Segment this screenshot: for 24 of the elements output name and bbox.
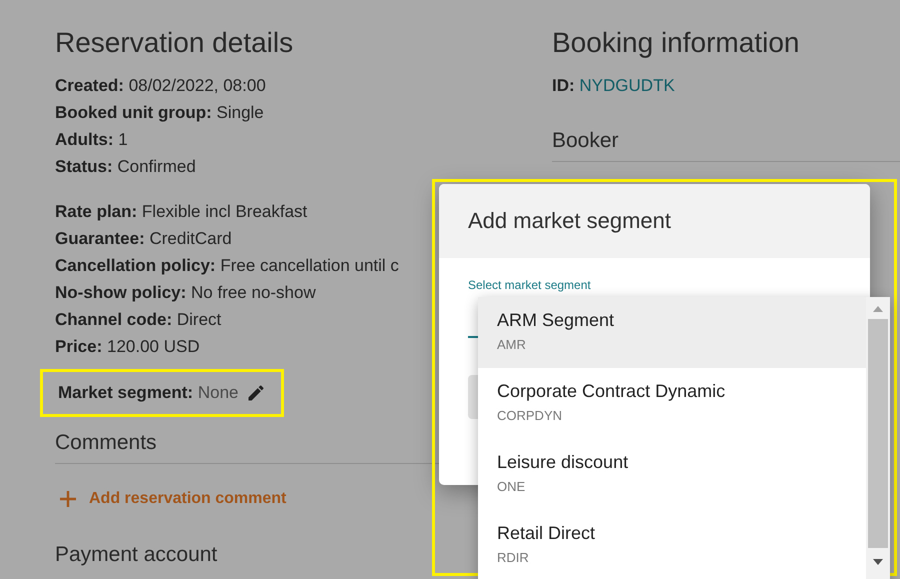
detail-line: Booked unit group: Single	[55, 102, 264, 124]
dialog-title: Add market segment	[439, 184, 870, 258]
scrollbar[interactable]	[866, 297, 890, 579]
section-title: Payment account	[55, 542, 218, 568]
section-title: Booking information	[552, 26, 800, 60]
scroll-down-icon[interactable]	[872, 558, 884, 566]
detail-line: Channel code: Direct	[55, 309, 222, 331]
detail-line: ID: NYDGUDTK	[552, 75, 675, 97]
plus-icon	[59, 490, 77, 508]
edit-button[interactable]	[246, 383, 266, 403]
detail-line: No-show policy: No free no-show	[55, 282, 316, 304]
detail-line: Status: Confirmed	[55, 156, 196, 178]
field-label: Select market segment	[468, 278, 591, 292]
section-title: Reservation details	[55, 26, 294, 60]
detail-line: Market segment: None	[58, 382, 238, 404]
menu-option[interactable]: ARM Segment AMR	[478, 297, 866, 368]
pencil-icon	[246, 383, 266, 403]
detail-line: Guarantee: CreditCard	[55, 228, 232, 250]
detail-line: Rate plan: Flexible incl Breakfast	[55, 201, 308, 223]
detail-line: Cancellation policy: Free cancellation until c	[55, 255, 399, 277]
section-title: Booker	[552, 127, 900, 162]
detail-line: Created: 08/02/2022, 08:00	[55, 75, 266, 97]
detail-line: Price: 120.00 USD	[55, 336, 200, 358]
detail-line: Adults: 1	[55, 129, 128, 151]
